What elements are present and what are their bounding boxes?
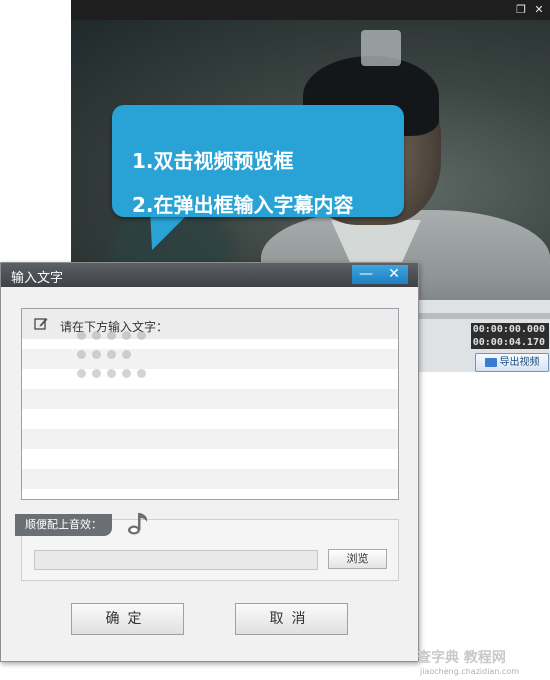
ghost-control-dot bbox=[92, 350, 101, 359]
callout-step-1: 1.双击视频预览框 bbox=[132, 149, 294, 173]
watermark-url: jiaocheng.chazidian.com bbox=[420, 667, 520, 676]
watermark-title: 查字典 教程网 bbox=[417, 650, 506, 666]
current-time: 00:00:00.000 bbox=[472, 324, 545, 335]
stripe bbox=[22, 389, 398, 409]
video-figure-crown bbox=[361, 30, 401, 66]
dialog-titlebar[interactable]: 输入文字 — ✕ bbox=[1, 263, 418, 287]
ghost-control-dot bbox=[122, 369, 131, 378]
cancel-button[interactable]: 取消 bbox=[235, 603, 348, 635]
total-time: 00:00:04.170 bbox=[472, 337, 545, 348]
audio-effect-label: 顺便配上音效： bbox=[15, 514, 112, 536]
music-note-icon bbox=[128, 513, 148, 535]
ghost-control-dot bbox=[137, 369, 146, 378]
audio-path-input[interactable] bbox=[34, 550, 318, 570]
ghost-control-dot bbox=[77, 350, 86, 359]
browse-button[interactable]: 浏览 bbox=[328, 549, 387, 569]
minimize-icon[interactable]: — bbox=[352, 265, 380, 284]
ghost-control-dot bbox=[107, 331, 116, 340]
restore-icon[interactable]: ❐ bbox=[514, 3, 528, 17]
ghost-control-dot bbox=[107, 350, 116, 359]
ghost-control-dot bbox=[77, 331, 86, 340]
export-video-label: 导出视频 bbox=[499, 357, 540, 368]
export-icon bbox=[484, 357, 497, 367]
player-titlebar: ❐ ✕ bbox=[71, 0, 550, 20]
ghost-control-dot bbox=[92, 331, 101, 340]
export-video-button[interactable]: 导出视频 bbox=[475, 353, 549, 372]
audio-effect-section: 顺便配上音效： 浏览 bbox=[15, 513, 399, 581]
stripe bbox=[22, 469, 398, 489]
close-icon[interactable]: ✕ bbox=[532, 3, 546, 17]
dialog-title: 输入文字 bbox=[11, 271, 64, 286]
ok-button[interactable]: 确定 bbox=[71, 603, 184, 635]
stripe bbox=[22, 429, 398, 449]
watermark: 查字典 教程网 jiaocheng.chazidian.com bbox=[417, 645, 547, 680]
ghost-control-dot bbox=[122, 331, 131, 340]
instruction-callout: 1.双击视频预览框 2.在弹出框输入字幕内容 bbox=[112, 105, 404, 217]
input-text-dialog: 输入文字 — ✕ 请在下方输入文字： 顺便配上音效： 浏览 确定 取消 bbox=[0, 262, 419, 662]
ghost-control-dot bbox=[137, 331, 146, 340]
edit-icon bbox=[34, 318, 48, 330]
time-display: 00:00:00.000 00:00:04.170 bbox=[471, 323, 549, 349]
ghost-control-dot bbox=[77, 369, 86, 378]
subtitle-text-input[interactable]: 请在下方输入文字： bbox=[21, 308, 399, 500]
ghost-control-dot bbox=[107, 369, 116, 378]
ghost-control-dot bbox=[92, 369, 101, 378]
ghost-player-controls bbox=[74, 327, 194, 378]
close-icon[interactable]: ✕ bbox=[380, 265, 408, 284]
callout-step-2: 2.在弹出框输入字幕内容 bbox=[132, 193, 354, 217]
ghost-control-dot bbox=[122, 350, 131, 359]
